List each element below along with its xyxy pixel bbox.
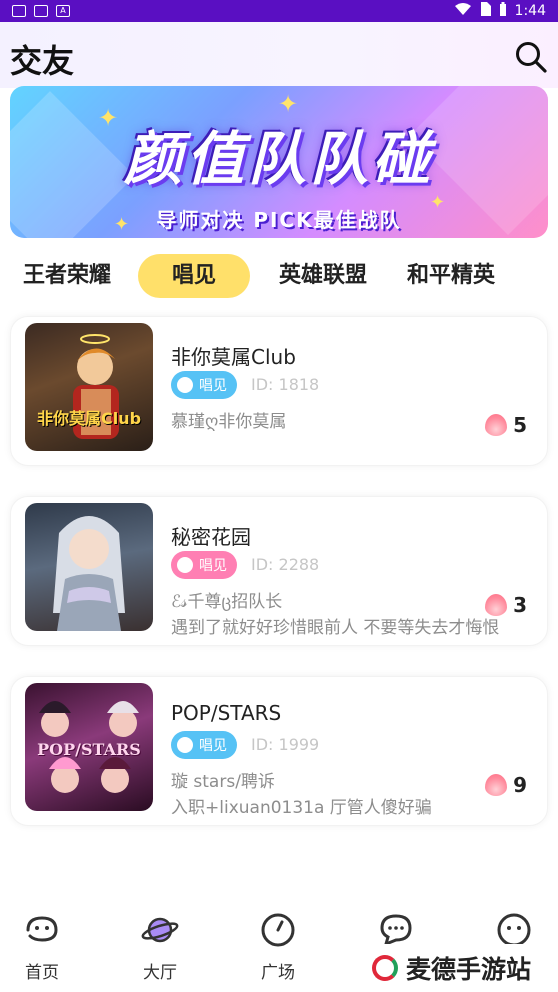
room-thumbnail bbox=[25, 503, 153, 631]
room-card[interactable]: 秘密花园 唱见 ID: 2288 ℰ𝓈千尊ც招队长 遇到了就好好珍惜眼前人 不要… bbox=[10, 496, 548, 646]
room-id: ID: 1999 bbox=[251, 735, 320, 754]
app-header: 交友 bbox=[0, 22, 558, 88]
nav-label: 大厅 bbox=[143, 963, 177, 983]
status-bar: A 1:44 bbox=[0, 0, 558, 22]
watermark: 麦德手游站 bbox=[362, 944, 558, 992]
no-sim-icon bbox=[479, 2, 491, 20]
tab-peacekeeper-elite[interactable]: 和平精英 bbox=[398, 254, 504, 298]
tab-singing[interactable]: 唱见 bbox=[138, 254, 250, 298]
home-icon bbox=[26, 916, 58, 942]
nav-home[interactable]: 首页 bbox=[2, 900, 82, 983]
badge-label: 唱见 bbox=[199, 378, 227, 394]
search-button[interactable] bbox=[514, 40, 548, 74]
watermark-text: 麦德手游站 bbox=[406, 955, 532, 984]
room-id: ID: 1818 bbox=[251, 375, 320, 394]
flame-icon bbox=[485, 594, 508, 616]
room-name: POP/STARS bbox=[171, 701, 282, 725]
compass-icon bbox=[261, 913, 295, 947]
room-heat: 3 bbox=[485, 593, 527, 617]
room-owner: 璇 stars/聘诉 bbox=[171, 772, 275, 792]
room-card[interactable]: POP/STARS POP/STARS 唱见 ID: 1999 璇 stars/… bbox=[10, 676, 548, 826]
banner-subtitle: 导师对决 PICK最佳战队 bbox=[156, 208, 402, 232]
room-thumbnail-art bbox=[73, 334, 119, 439]
search-icon bbox=[516, 42, 547, 73]
room-heat: 5 bbox=[485, 413, 527, 437]
nav-hall[interactable]: 大厅 bbox=[120, 900, 200, 983]
badge-label: 唱见 bbox=[199, 558, 227, 574]
gender-male-icon bbox=[177, 377, 193, 393]
heat-count: 3 bbox=[513, 593, 527, 617]
promo-banner[interactable]: ✦ ✦ ✦ ✦ 颜值队队碰 导师对决 PICK最佳战队 bbox=[10, 86, 548, 238]
nav-label: 广场 bbox=[261, 963, 295, 983]
banner-title: 颜值队队碰 bbox=[123, 125, 434, 193]
heat-count: 5 bbox=[513, 413, 527, 437]
room-thumbnail-label: POP/STARS bbox=[37, 740, 141, 759]
nav-label: 首页 bbox=[25, 963, 59, 983]
mail-notification-icon bbox=[34, 5, 48, 17]
flame-icon bbox=[485, 414, 508, 436]
gender-female-icon bbox=[177, 557, 193, 573]
room-description: 遇到了就好好珍惜眼前人 不要等失去才悔恨 bbox=[171, 618, 500, 638]
flame-icon bbox=[485, 774, 508, 796]
tab-league-of-legends[interactable]: 英雄联盟 bbox=[270, 254, 376, 298]
room-thumbnail: POP/STARS bbox=[25, 683, 153, 811]
room-name: 秘密花园 bbox=[171, 525, 251, 549]
wifi-icon bbox=[454, 3, 471, 19]
badge-label: 唱见 bbox=[199, 738, 227, 754]
room-thumbnail-label: 非你莫属Club bbox=[36, 409, 142, 428]
room-name: 非你莫属Club bbox=[171, 345, 296, 369]
heat-count: 9 bbox=[513, 773, 527, 797]
room-heat: 9 bbox=[485, 773, 527, 797]
watermark-logo-icon bbox=[372, 955, 398, 981]
tab-honor-of-kings[interactable]: 王者荣耀 bbox=[14, 254, 120, 298]
font-notification-icon: A bbox=[56, 5, 70, 17]
room-category-badge: 唱见 bbox=[171, 731, 237, 759]
room-thumbnail: 非你莫属Club bbox=[25, 323, 153, 451]
room-owner: ℰ𝓈千尊ც招队长 bbox=[171, 592, 283, 612]
mail-notification-icon bbox=[12, 5, 26, 17]
room-card[interactable]: 非你莫属Club 非你莫属Club 唱见 ID: 1818 慕瑾ღ非你莫属 5 bbox=[10, 316, 548, 466]
room-description: 入职+lixuan0131a 厅管人傻好骗 bbox=[171, 798, 432, 818]
room-category-badge: 唱见 bbox=[171, 551, 237, 579]
room-thumbnail-art bbox=[53, 516, 125, 631]
battery-icon bbox=[499, 2, 507, 20]
gender-male-icon bbox=[177, 737, 193, 753]
category-tabs: 王者荣耀 唱见 英雄联盟 和平精英 bbox=[0, 250, 558, 304]
room-category-badge: 唱见 bbox=[171, 371, 237, 399]
room-owner: 慕瑾ღ非你莫属 bbox=[171, 412, 287, 432]
page-title: 交友 bbox=[10, 42, 75, 80]
nav-square[interactable]: 广场 bbox=[238, 900, 318, 983]
planet-icon bbox=[141, 917, 179, 943]
clock: 1:44 bbox=[514, 3, 546, 19]
room-id: ID: 2288 bbox=[251, 555, 320, 574]
